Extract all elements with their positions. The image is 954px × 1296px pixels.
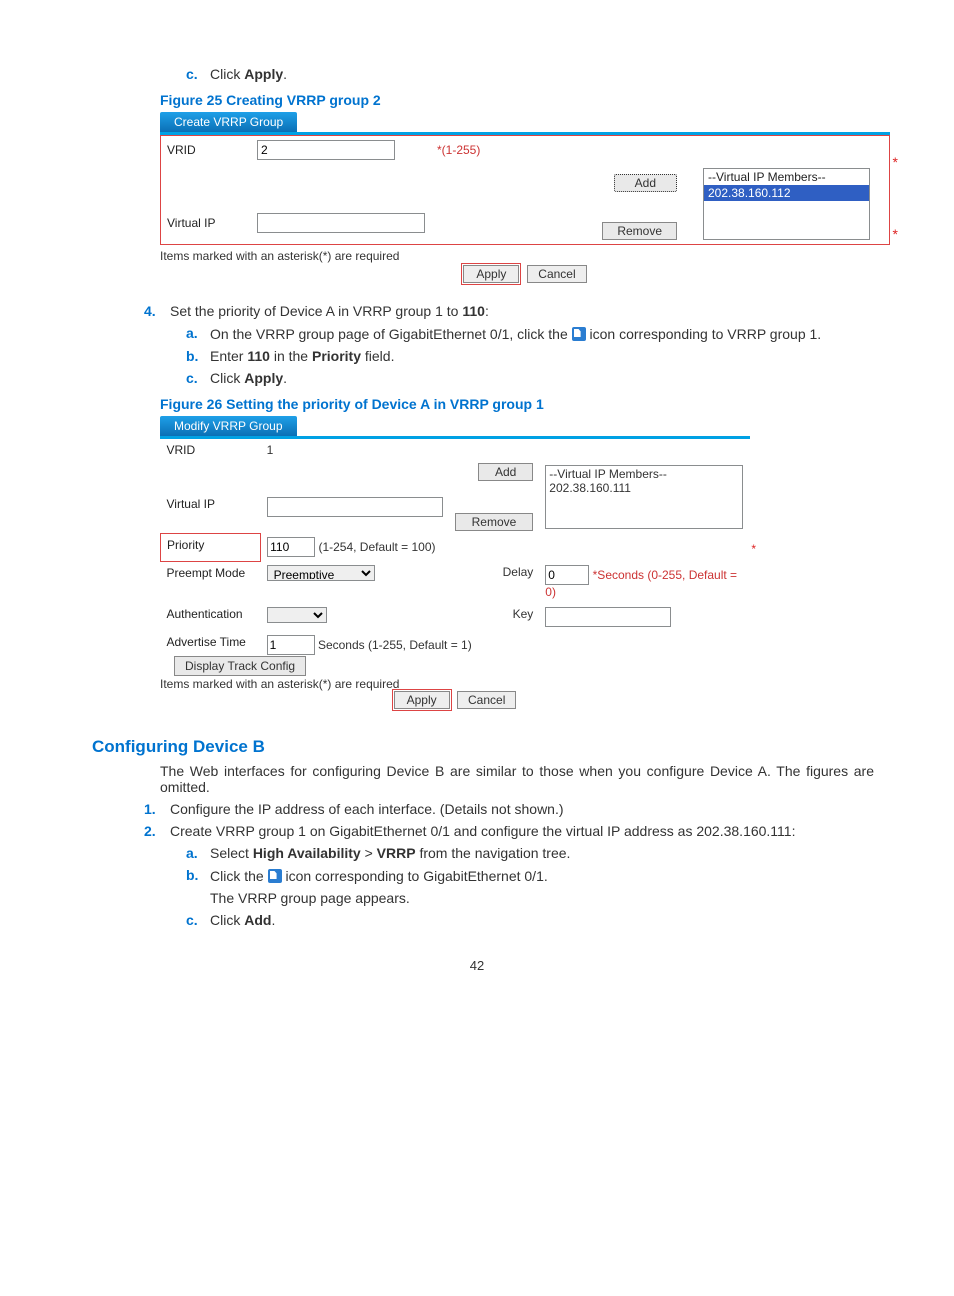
apply-button[interactable]: Apply	[394, 691, 450, 709]
required-asterisk: *	[893, 226, 898, 242]
priority-input[interactable]	[267, 537, 315, 557]
authentication-select[interactable]	[267, 607, 327, 623]
vrid-range: *(1-255)	[437, 143, 480, 157]
step-text: Set the priority of Device A in VRRP gro…	[170, 303, 489, 319]
edit-icon	[572, 327, 586, 341]
figure-26-caption: Figure 26 Setting the priority of Device…	[160, 396, 874, 412]
vrid-input[interactable]	[257, 140, 395, 160]
key-input[interactable]	[545, 607, 671, 627]
cancel-button[interactable]: Cancel	[527, 265, 586, 283]
device-b-step-2b: b. Click the icon corresponding to Gigab…	[210, 867, 874, 906]
page-number: 42	[80, 958, 874, 973]
display-track-config-button[interactable]: Display Track Config	[174, 656, 306, 676]
vip-member-ip: 202.38.160.111	[549, 481, 739, 495]
preempt-mode-select[interactable]: Preemptive	[267, 565, 375, 581]
figure-25-caption: Figure 25 Creating VRRP group 2	[160, 92, 874, 108]
device-b-step-1: 1. Configure the IP address of each inte…	[170, 801, 874, 817]
remove-vip-button[interactable]: Remove	[455, 513, 534, 531]
delay-label: Delay	[449, 561, 540, 603]
step-marker: 4.	[144, 303, 156, 319]
key-label: Key	[449, 603, 540, 631]
edit-icon	[268, 869, 282, 883]
substep-c-apply: c. Click Apply.	[210, 66, 874, 82]
device-b-step-2a: a. Select High Availability > VRRP from …	[210, 845, 874, 861]
create-group-tab[interactable]: Create VRRP Group	[160, 112, 297, 132]
vip-member-selected[interactable]: 202.38.160.112	[704, 185, 869, 201]
delay-input[interactable]	[545, 565, 589, 585]
figure-25: Create VRRP Group VRID *(1-255) Add --Vi…	[160, 112, 890, 281]
vip-members-listbox[interactable]: --Virtual IP Members-- 202.38.160.111	[545, 465, 743, 529]
device-b-intro: The Web interfaces for configuring Devic…	[160, 763, 874, 795]
virtual-ip-input[interactable]	[257, 213, 425, 233]
advertise-time-label: Advertise Time	[161, 631, 261, 659]
virtual-ip-input[interactable]	[267, 497, 443, 517]
advertise-time-hint: Seconds (1-255, Default = 1)	[318, 638, 472, 652]
modify-group-tab[interactable]: Modify VRRP Group	[160, 416, 297, 436]
advertise-time-input[interactable]	[267, 635, 315, 655]
remove-vip-button[interactable]: Remove	[602, 222, 677, 240]
required-asterisk: *	[893, 154, 898, 170]
required-asterisk: *	[751, 542, 756, 556]
substep-4c: c. Click Apply.	[210, 370, 874, 386]
substep-4a: a. On the VRRP group page of GigabitEthe…	[210, 325, 874, 342]
substep-text: Click Apply.	[210, 66, 287, 82]
priority-label: Priority	[161, 533, 261, 561]
substep-marker: c.	[186, 66, 198, 82]
vip-members-header: --Virtual IP Members--	[704, 169, 869, 185]
priority-hint: (1-254, Default = 100)	[318, 540, 435, 554]
substep-4b: b. Enter 110 in the Priority field.	[210, 348, 874, 364]
virtual-ip-label: Virtual IP	[161, 203, 251, 244]
step-4: 4. Set the priority of Device A in VRRP …	[170, 303, 874, 386]
apply-button[interactable]: Apply	[463, 265, 519, 283]
device-b-step-2: 2. Create VRRP group 1 on GigabitEtherne…	[170, 823, 874, 928]
vrid-label: VRID	[161, 439, 261, 461]
required-note: Items marked with an asterisk(*) are req…	[160, 677, 750, 691]
preempt-mode-label: Preempt Mode	[161, 561, 261, 603]
required-note: Items marked with an asterisk(*) are req…	[160, 249, 890, 263]
add-vip-button[interactable]: Add	[478, 463, 533, 481]
device-b-step-2c: c. Click Add.	[210, 912, 874, 928]
figure-26: Modify VRRP Group VRID 1 Add --Virtual I…	[160, 416, 750, 707]
vrid-value: 1	[261, 439, 449, 461]
vip-members-listbox[interactable]: --Virtual IP Members-- 202.38.160.112	[703, 168, 870, 240]
vip-members-header: --Virtual IP Members--	[549, 467, 739, 481]
vrid-label: VRID	[161, 136, 251, 164]
authentication-label: Authentication	[161, 603, 261, 631]
add-vip-button[interactable]: Add	[614, 174, 677, 192]
configuring-device-b-heading: Configuring Device B	[92, 737, 874, 757]
cancel-button[interactable]: Cancel	[457, 691, 516, 709]
virtual-ip-label: Virtual IP	[161, 493, 261, 533]
